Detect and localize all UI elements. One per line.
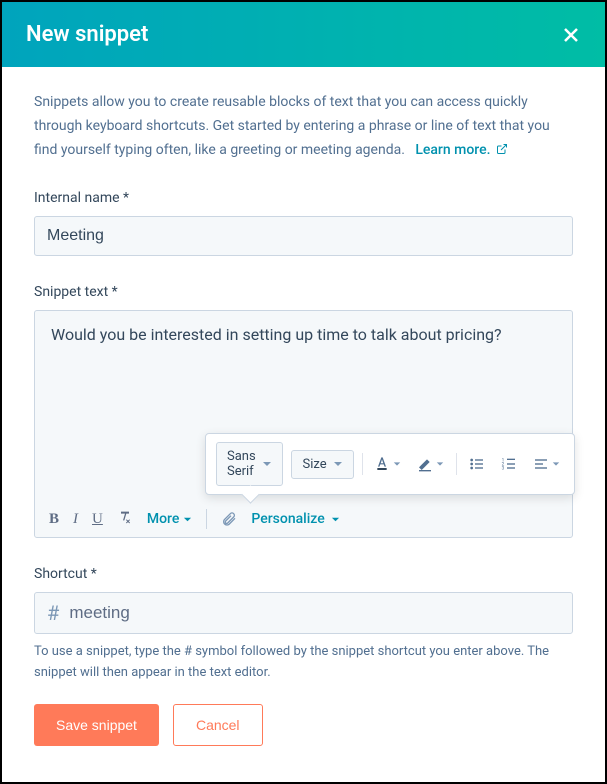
svg-text:3: 3 [501,466,504,472]
shortcut-helper: To use a snippet, type the # symbol foll… [34,642,573,684]
modal-header: New snippet [2,2,605,67]
internal-name-label: Internal name * [34,190,573,206]
external-link-icon [496,143,508,155]
numbered-list-icon: 123 [501,456,517,472]
bullet-list-button[interactable] [465,452,489,476]
description-text: Snippets allow you to create reusable bl… [34,91,573,162]
chevron-down-icon [333,459,343,469]
rich-text-editor: Would you be interested in setting up ti… [34,310,573,538]
save-button[interactable]: Save snippet [34,704,159,746]
shortcut-field: # [34,592,573,634]
align-button[interactable] [529,452,564,476]
underline-button[interactable]: U [92,511,103,528]
attachment-button[interactable] [221,511,237,527]
italic-button[interactable]: I [73,511,78,528]
internal-name-input[interactable] [34,216,573,256]
align-left-icon [533,456,549,472]
format-popover: Sans Serif Size [205,433,575,495]
highlight-icon [417,456,433,472]
toolbar-divider [206,509,207,529]
clear-format-button[interactable] [117,509,133,529]
bullet-list-icon [469,456,485,472]
close-icon [561,25,581,45]
clear-format-icon [117,509,133,525]
close-button[interactable] [561,25,581,45]
chevron-down-icon [393,460,401,468]
shortcut-label: Shortcut * [34,566,573,582]
modal-footer: Save snippet Cancel [34,704,573,746]
bold-button[interactable]: B [49,511,59,528]
modal-title: New snippet [26,22,148,47]
font-size-dropdown[interactable]: Size [291,450,353,479]
popover-divider [362,453,363,475]
text-color-button[interactable] [370,452,405,476]
chevron-down-icon [262,459,272,469]
snippet-text-label: Snippet text * [34,284,573,300]
chevron-down-icon [436,460,444,468]
paperclip-icon [221,511,237,527]
editor-toolbar: B I U More Personalize [35,501,572,537]
personalize-button[interactable]: Personalize [251,511,339,527]
chevron-down-icon [331,515,340,524]
numbered-list-button[interactable]: 123 [497,452,521,476]
cancel-button[interactable]: Cancel [173,704,263,746]
hash-prefix: # [47,601,59,625]
text-color-icon [374,456,390,472]
chevron-down-icon [552,460,560,468]
highlight-color-button[interactable] [413,452,448,476]
shortcut-input[interactable] [69,603,560,623]
font-family-dropdown[interactable]: Sans Serif [216,442,283,486]
more-format-button[interactable]: More [147,511,193,527]
chevron-down-icon [183,515,192,524]
learn-more-link[interactable]: Learn more. [415,142,508,158]
popover-divider [456,453,457,475]
